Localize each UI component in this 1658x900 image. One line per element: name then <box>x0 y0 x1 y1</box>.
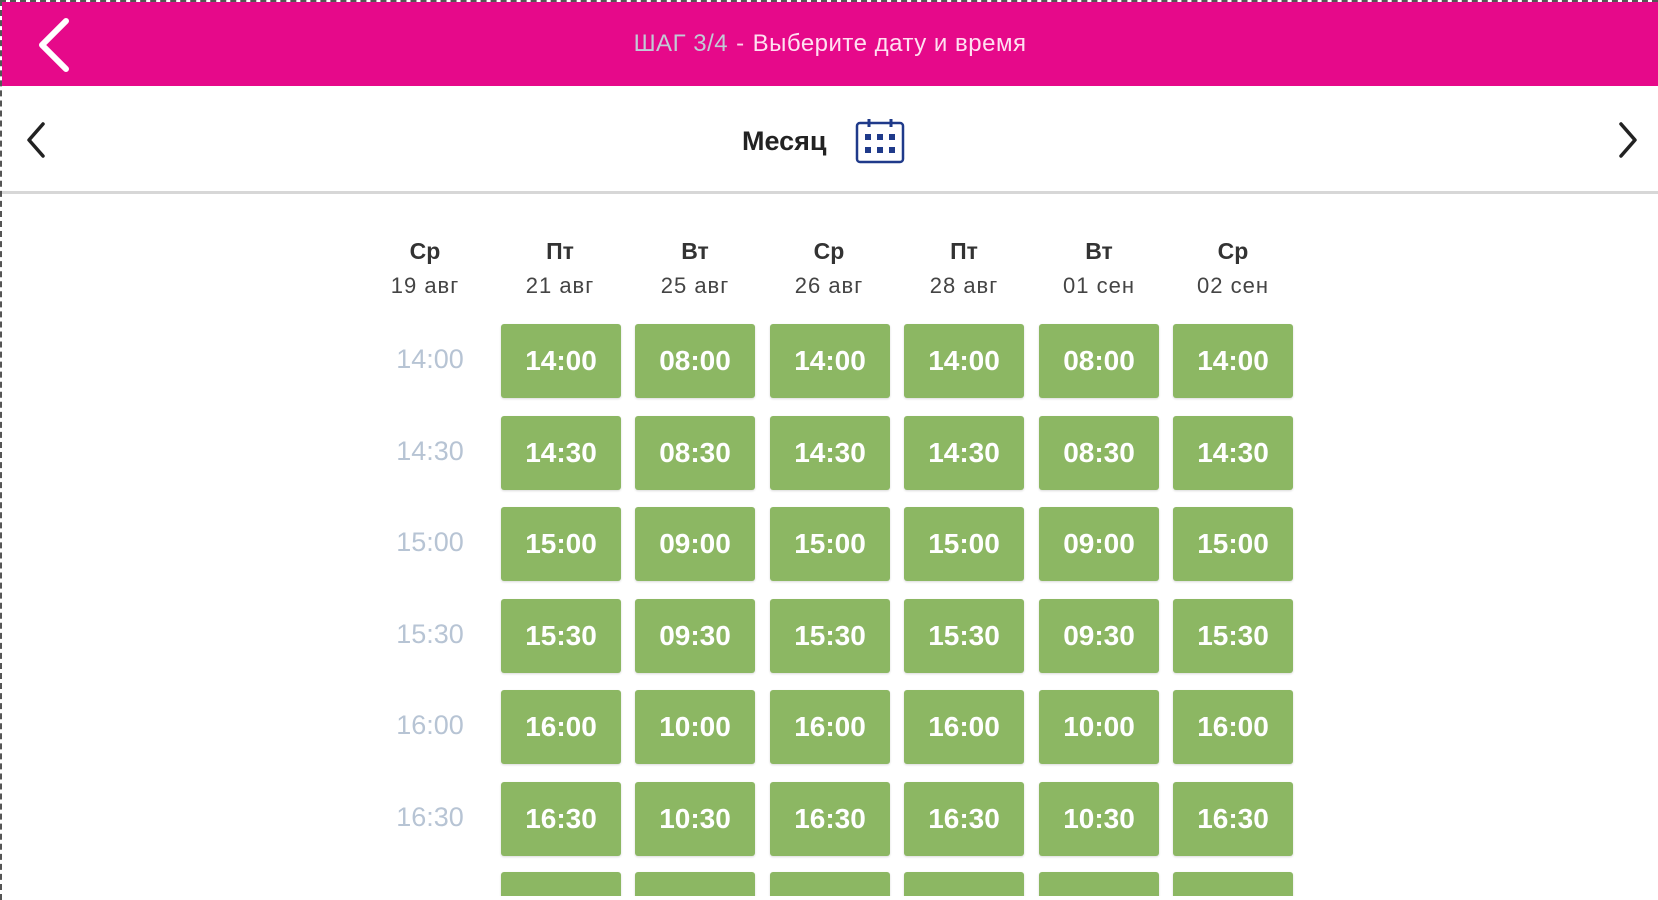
time-slot-button[interactable]: 16:00 <box>501 690 621 764</box>
time-slot-button[interactable]: 10:00 <box>635 690 755 764</box>
day-date: 19 авг <box>390 273 460 298</box>
time-slot-button[interactable]: 14:30 <box>770 416 890 490</box>
day-date: 02 сен <box>1197 273 1269 298</box>
calendar-grid-icon <box>855 119 904 164</box>
time-slot-button[interactable]: 10:00 <box>1039 690 1159 764</box>
day-of-week: Пт <box>950 238 978 264</box>
month-view-label: Месяц <box>742 125 827 156</box>
time-slot-button[interactable]: 15:00 <box>1173 507 1293 581</box>
day-of-week: Вт <box>1085 238 1113 264</box>
period-nav: Месяц <box>2 86 1658 194</box>
time-slot-button[interactable]: 15:30 <box>501 599 621 673</box>
day-column-header: Пт 28 авг <box>904 238 1024 299</box>
time-slot-button[interactable]: 08:30 <box>1039 416 1159 490</box>
month-view-toggle[interactable]: Месяц <box>742 114 905 168</box>
page-title: ШАГ 3/4 - Выберите дату и время <box>2 2 1658 86</box>
time-slot-button[interactable]: 15:30 <box>770 599 890 673</box>
unavailable-time: 16:30 <box>396 802 464 832</box>
chevron-right-icon <box>1619 122 1637 158</box>
time-slot-button[interactable]: 15:30 <box>1173 599 1293 673</box>
time-slot-button[interactable]: 14:00 <box>904 324 1024 398</box>
day-of-week: Ср <box>409 238 441 264</box>
day-column-header: Вт 25 авг <box>635 238 755 299</box>
day-column-header: Пт 21 авг <box>500 238 620 299</box>
unavailable-time: 15:30 <box>396 619 464 649</box>
day-of-week: Ср <box>1217 238 1249 264</box>
day-of-week: Пт <box>546 238 574 264</box>
prev-period-button[interactable] <box>14 116 58 164</box>
time-slot-button[interactable]: 14:00 <box>501 324 621 398</box>
time-slot-button[interactable]: 10:30 <box>635 782 755 856</box>
unavailable-time: 14:00 <box>396 344 464 374</box>
time-slot-button[interactable]: 08:30 <box>635 416 755 490</box>
time-slot-button[interactable]: 16:30 <box>770 782 890 856</box>
time-slot-button[interactable]: 08:00 <box>1039 324 1159 398</box>
time-slot-button[interactable]: 16:30 <box>1173 782 1293 856</box>
day-column-header: Ср 19 авг <box>365 238 485 299</box>
day-column-header: Ср 26 авг <box>769 238 889 299</box>
day-of-week: Ср <box>813 238 845 264</box>
time-slot-button[interactable]: 16:00 <box>1173 690 1293 764</box>
time-slot-button[interactable]: 08:00 <box>635 324 755 398</box>
header-bar: ШАГ 3/4 - Выберите дату и время <box>2 2 1658 86</box>
time-slot-button[interactable]: 14:30 <box>501 416 621 490</box>
time-slot-button[interactable]: 16:00 <box>904 690 1024 764</box>
time-slot-button[interactable]: 16:30 <box>501 782 621 856</box>
time-slot-button[interactable]: 09:00 <box>635 507 755 581</box>
chevron-left-icon <box>27 122 45 158</box>
time-slot-button[interactable]: 14:00 <box>1173 324 1293 398</box>
next-period-button[interactable] <box>1606 116 1650 164</box>
unavailable-time: 15:00 <box>396 527 464 557</box>
day-of-week: Вт <box>681 238 709 264</box>
time-slot-button[interactable]: 16:00 <box>770 690 890 764</box>
time-slot-button[interactable]: 15:00 <box>770 507 890 581</box>
day-date: 26 авг <box>794 273 864 298</box>
unavailable-time: 16:00 <box>396 710 464 740</box>
time-slot-button[interactable]: 15:00 <box>501 507 621 581</box>
time-slot-button[interactable]: 15:30 <box>904 599 1024 673</box>
time-slot-button[interactable]: 14:30 <box>904 416 1024 490</box>
day-date: 21 авг <box>525 273 595 298</box>
time-slot-button[interactable]: 09:30 <box>635 599 755 673</box>
time-slot-button[interactable]: 16:30 <box>904 782 1024 856</box>
step-indicator: ШАГ 3/4 <box>633 30 729 57</box>
time-slot-button[interactable]: 15:00 <box>904 507 1024 581</box>
unavailable-time: 14:30 <box>396 436 464 466</box>
day-column-header: Вт 01 сен <box>1039 238 1159 299</box>
title-text: Выберите дату и время <box>752 30 1027 57</box>
day-column-header: Ср 02 сен <box>1173 238 1293 299</box>
day-date: 01 сен <box>1063 273 1135 298</box>
time-slot-button[interactable]: 09:00 <box>1039 507 1159 581</box>
title-separator: - <box>736 30 745 57</box>
bottom-edge <box>2 896 1658 900</box>
day-date: 28 авг <box>929 273 999 298</box>
time-slot-button[interactable]: 10:30 <box>1039 782 1159 856</box>
time-slot-button[interactable]: 14:30 <box>1173 416 1293 490</box>
day-date: 25 авг <box>660 273 730 298</box>
time-slot-button[interactable]: 09:30 <box>1039 599 1159 673</box>
time-slot-button[interactable]: 14:00 <box>770 324 890 398</box>
